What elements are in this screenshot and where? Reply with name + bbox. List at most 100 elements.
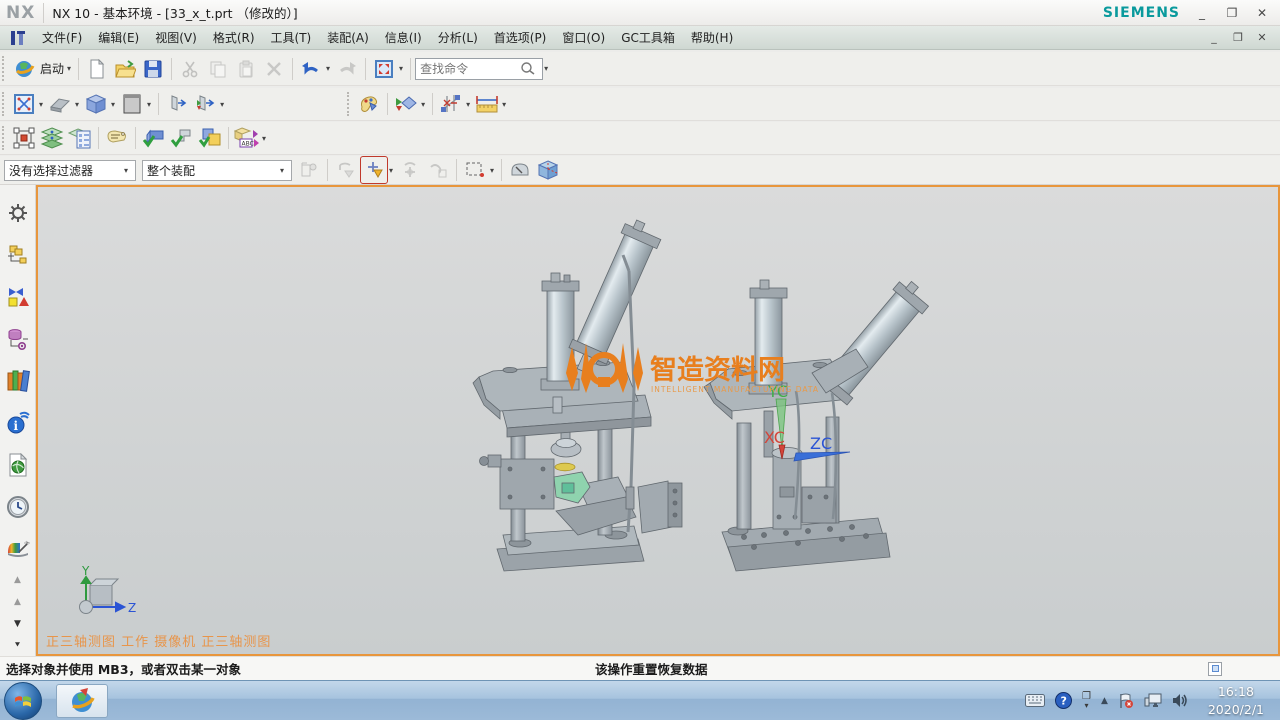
roles-gear-button[interactable] (4, 199, 32, 227)
part-list-button[interactable] (67, 125, 93, 151)
toolbar-grip[interactable] (2, 126, 8, 150)
delete-button[interactable] (261, 56, 287, 82)
scroll-up-icon[interactable]: ▲ (14, 575, 21, 585)
restore-button[interactable]: ❐ (1224, 6, 1240, 20)
edit-section-button[interactable] (192, 91, 218, 117)
menu-analysis[interactable]: 分析(L) (430, 26, 486, 49)
cut-button[interactable] (177, 56, 203, 82)
check-assembly-button[interactable] (197, 125, 223, 151)
selection-scope-combo[interactable]: 整个装配 ▾ (142, 160, 292, 181)
minimize-button[interactable]: _ (1194, 6, 1210, 20)
doc-restore-button[interactable]: ❐ (1230, 31, 1246, 44)
measure-button[interactable] (474, 91, 500, 117)
render-dropdown-arrow[interactable]: ▾ (111, 100, 115, 109)
paste-button[interactable] (233, 56, 259, 82)
snap-point-filter-button[interactable] (361, 157, 387, 183)
doc-close-button[interactable]: ✕ (1254, 31, 1270, 44)
constraints-dropdown-arrow[interactable]: ▾ (466, 100, 470, 109)
new-file-button[interactable] (84, 56, 110, 82)
keyboard-icon[interactable] (1025, 694, 1045, 707)
measure-dropdown-arrow[interactable]: ▾ (502, 100, 506, 109)
menu-preferences[interactable]: 首选项(P) (486, 26, 555, 49)
web-browser-button[interactable]: i (4, 409, 32, 437)
graphics-window[interactable]: YC XC ZC 智造资料网 INTELLIGENT MANUFACTURING… (36, 185, 1280, 656)
link-select-button[interactable] (425, 157, 451, 183)
playback-button[interactable] (393, 91, 419, 117)
marquee-select-button[interactable] (462, 157, 488, 183)
orient-dropdown-arrow[interactable]: ▾ (75, 100, 79, 109)
search-dropdown-arrow[interactable]: ▾ (544, 64, 548, 73)
start-menu-button[interactable] (11, 56, 37, 82)
redo-button[interactable] (334, 56, 360, 82)
part-navigator-button[interactable] (4, 325, 32, 353)
help-icon[interactable]: ? (1055, 692, 1072, 709)
start-label[interactable]: 启动 (40, 60, 64, 77)
reuse-library-button[interactable] (4, 367, 32, 395)
menu-assemblies[interactable]: 装配(A) (319, 26, 377, 49)
doc-minimize-button[interactable]: _ (1206, 31, 1222, 44)
hd3d-tools-button[interactable] (4, 451, 32, 479)
menu-help[interactable]: 帮助(H) (683, 26, 741, 49)
start-dropdown-arrow[interactable]: ▾ (67, 64, 71, 73)
scroll-down-icon[interactable]: ▼ (14, 619, 21, 629)
menu-tools[interactable]: 工具(T) (263, 26, 320, 49)
action-center-flag-icon[interactable] (1118, 693, 1134, 709)
orient-view-button[interactable] (47, 91, 73, 117)
section-dropdown-arrow[interactable]: ▾ (220, 100, 224, 109)
move-component-button[interactable] (356, 91, 382, 117)
fit-dropdown-arrow[interactable]: ▾ (39, 100, 43, 109)
touch-roles-button[interactable] (4, 535, 32, 563)
layer-settings-button[interactable] (39, 125, 65, 151)
touch-mode-button[interactable] (371, 56, 397, 82)
toolbar-grip[interactable] (2, 92, 8, 116)
copy-button[interactable] (205, 56, 231, 82)
assembly-constraints-button[interactable] (438, 91, 464, 117)
toolbar-grip[interactable] (347, 92, 353, 116)
open-file-button[interactable] (112, 56, 138, 82)
undo-button[interactable] (298, 56, 324, 82)
menu-format[interactable]: 格式(R) (205, 26, 263, 49)
close-button[interactable]: ✕ (1254, 6, 1270, 20)
snap-dropdown-arrow[interactable]: ▾ (389, 166, 393, 175)
menu-edit[interactable]: 编辑(E) (90, 26, 147, 49)
menu-file[interactable]: 文件(F) (34, 26, 90, 49)
command-search-input[interactable] (420, 62, 520, 76)
menu-view[interactable]: 视图(V) (147, 26, 205, 49)
select-assembly-button[interactable] (296, 157, 322, 183)
select-components-button[interactable] (11, 125, 37, 151)
save-button[interactable] (140, 56, 166, 82)
playback-dropdown-arrow[interactable]: ▾ (421, 100, 425, 109)
start-button[interactable] (4, 682, 42, 720)
assembly-navigator-button[interactable] (4, 241, 32, 269)
scroll-down2-icon[interactable]: ⯆ (14, 641, 21, 651)
render-style-button[interactable] (83, 91, 109, 117)
network-icon[interactable] (1144, 693, 1162, 708)
rotate-wcs-button[interactable] (397, 157, 423, 183)
touch-mode-dropdown-arrow[interactable]: ▾ (399, 64, 403, 73)
window-restore-tray-icon[interactable]: ❐▾ (1082, 692, 1091, 710)
taskbar-clock[interactable]: 16:18 2020/2/1 (1200, 683, 1272, 718)
check-clearance-button[interactable] (141, 125, 167, 151)
annotation-note-button[interactable] (104, 125, 130, 151)
highlight-faces-button[interactable] (507, 157, 533, 183)
search-icon[interactable] (520, 61, 535, 76)
background-dropdown-arrow[interactable]: ▾ (147, 100, 151, 109)
menu-window[interactable]: 窗口(O) (554, 26, 613, 49)
toolbar-grip[interactable] (2, 56, 8, 81)
volume-icon[interactable] (1172, 693, 1190, 708)
check-structure-button[interactable] (169, 125, 195, 151)
marquee-dropdown-arrow[interactable]: ▾ (490, 166, 494, 175)
nx-task-button[interactable] (56, 684, 108, 718)
fit-view-button[interactable] (11, 91, 37, 117)
selection-filter-combo[interactable]: 没有选择过滤器 ▾ (4, 160, 136, 181)
menu-gc-toolbox[interactable]: GC工具箱 (613, 26, 683, 49)
show-hidden-icons[interactable]: ▲ (1101, 696, 1108, 706)
wireframe-contrast-button[interactable] (535, 157, 561, 183)
background-button[interactable] (119, 91, 145, 117)
reverse-filter-button[interactable] (333, 157, 359, 183)
undo-dropdown-arrow[interactable]: ▾ (326, 64, 330, 73)
scroll-up2-icon[interactable]: ▲ (14, 597, 21, 607)
constraint-navigator-button[interactable] (4, 283, 32, 311)
menu-information[interactable]: 信息(I) (377, 26, 430, 49)
dock-window-icon[interactable] (1208, 662, 1222, 676)
